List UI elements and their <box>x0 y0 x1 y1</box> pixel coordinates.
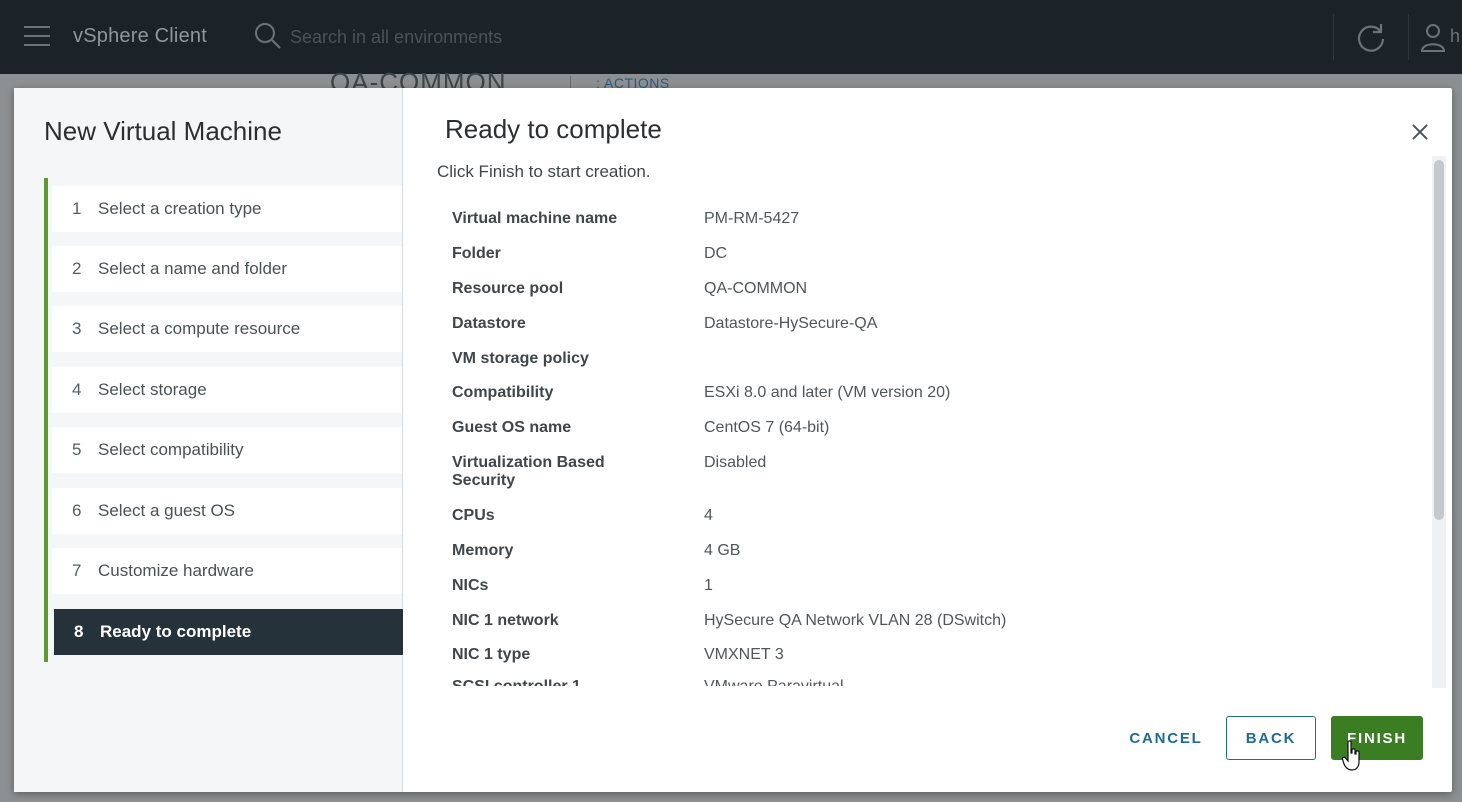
user-icon[interactable] <box>1420 22 1446 52</box>
detail-label: Compatibility <box>452 384 554 401</box>
menu-icon[interactable] <box>24 26 50 46</box>
step-number: 1 <box>72 199 82 218</box>
step-number: 2 <box>72 259 82 278</box>
detail-row: SCSI controller 1 VMware Paravirtual <box>452 678 844 686</box>
detail-value: 4 <box>704 507 713 524</box>
wizard-step-3[interactable]: 3 Select a compute resource <box>52 306 402 352</box>
detail-value: 4 GB <box>704 542 741 559</box>
scrollbar-thumb[interactable] <box>1434 160 1444 520</box>
step-number: 5 <box>72 440 82 459</box>
finish-button[interactable]: FINISH <box>1331 716 1423 760</box>
step-progress-rail <box>44 178 48 662</box>
app-title: vSphere Client <box>73 25 207 47</box>
detail-row: NIC 1 type VMXNET 3 <box>452 646 784 664</box>
step-number: 8 <box>74 622 84 641</box>
detail-label: VM storage policy <box>452 350 589 367</box>
step-label: Select a compute resource <box>98 319 301 338</box>
detail-label: Folder <box>452 245 501 262</box>
top-app-bar: vSphere Client h <box>0 0 1462 74</box>
step-label: Ready to complete <box>100 622 252 641</box>
search-input[interactable] <box>290 24 790 50</box>
topbar-divider <box>1333 14 1334 60</box>
close-icon[interactable] <box>1410 122 1430 142</box>
wizard-sidebar: New Virtual Machine 1 Select a creation … <box>14 88 403 792</box>
detail-label: Virtual machine name <box>452 210 618 227</box>
back-button[interactable]: BACK <box>1226 716 1316 760</box>
detail-row: Virtual machine name PM-RM-5427 <box>452 210 799 228</box>
wizard-step-6[interactable]: 6 Select a guest OS <box>52 488 402 534</box>
step-label: Select compatibility <box>98 440 244 459</box>
wizard-step-8-active[interactable]: 8 Ready to complete <box>54 609 403 655</box>
page-title: Ready to complete <box>445 114 662 144</box>
detail-row: Resource pool QA-COMMON <box>452 280 807 298</box>
detail-value: HySecure QA Network VLAN 28 (DSwitch) <box>704 612 1007 629</box>
topbar-divider <box>1408 14 1409 60</box>
step-label: Customize hardware <box>98 561 254 580</box>
detail-value: CentOS 7 (64-bit) <box>704 419 830 436</box>
search-icon <box>255 23 281 49</box>
wizard-step-4[interactable]: 4 Select storage <box>52 367 402 413</box>
details-scrollbar[interactable] <box>1432 156 1446 688</box>
detail-row: CPUs 4 <box>452 507 713 525</box>
summary-details: Virtual machine name PM-RM-5427 Folder D… <box>452 198 1412 686</box>
detail-value: PM-RM-5427 <box>704 210 800 227</box>
detail-label: NICs <box>452 577 489 594</box>
step-label: Select storage <box>98 380 207 399</box>
step-label: Select a creation type <box>98 199 262 218</box>
wizard-step-5[interactable]: 5 Select compatibility <box>52 427 402 473</box>
step-label: Select a name and folder <box>98 259 288 278</box>
detail-value: 1 <box>704 577 713 594</box>
detail-value: QA-COMMON <box>704 280 808 297</box>
step-number: 7 <box>72 561 82 580</box>
detail-label: CPUs <box>452 507 495 524</box>
wizard-title: New Virtual Machine <box>44 116 282 146</box>
wizard-step-7[interactable]: 7 Customize hardware <box>52 548 402 594</box>
detail-row: VM storage policy <box>452 350 704 368</box>
detail-label: Guest OS name <box>452 419 572 436</box>
detail-label: NIC 1 type <box>452 646 531 663</box>
wizard-step-2[interactable]: 2 Select a name and folder <box>52 246 402 292</box>
detail-row: Guest OS name CentOS 7 (64-bit) <box>452 419 829 437</box>
background-object-title: QA-COMMON <box>330 70 507 90</box>
detail-row: NICs 1 <box>452 577 713 595</box>
step-label: Select a guest OS <box>98 501 236 520</box>
detail-row: Compatibility ESXi 8.0 and later (VM ver… <box>452 384 950 402</box>
detail-label: Datastore <box>452 315 526 332</box>
detail-value: Datastore-HySecure-QA <box>704 315 878 332</box>
detail-value: DC <box>704 245 728 262</box>
detail-row: NIC 1 network HySecure QA Network VLAN 2… <box>452 612 1006 630</box>
detail-label: Memory <box>452 542 514 559</box>
step-number: 6 <box>72 501 82 520</box>
step-number: 3 <box>72 319 82 338</box>
wizard-step-1[interactable]: 1 Select a creation type <box>52 186 402 232</box>
detail-value: Disabled <box>704 454 767 471</box>
detail-value: VMware Paravirtual <box>704 678 844 686</box>
detail-row: Virtualization Based Security Disabled <box>452 454 766 490</box>
new-vm-wizard-dialog: New Virtual Machine 1 Select a creation … <box>14 88 1452 792</box>
detail-value: ESXi 8.0 and later (VM version 20) <box>704 384 951 401</box>
step-number: 4 <box>72 380 82 399</box>
detail-label: NIC 1 network <box>452 612 559 629</box>
refresh-icon[interactable] <box>1354 20 1388 54</box>
detail-row: Datastore Datastore-HySecure-QA <box>452 315 877 333</box>
detail-label: Virtualization Based Security <box>452 454 605 489</box>
detail-row: Memory 4 GB <box>452 542 740 560</box>
page-subtitle: Click Finish to start creation. <box>437 162 651 181</box>
detail-value: VMXNET 3 <box>704 646 784 663</box>
detail-row: Folder DC <box>452 245 727 263</box>
user-name[interactable]: h <box>1450 26 1460 47</box>
cancel-button[interactable]: CANCEL <box>1114 716 1218 760</box>
detail-label: SCSI controller 1 <box>452 678 704 686</box>
detail-label: Resource pool <box>452 280 564 297</box>
